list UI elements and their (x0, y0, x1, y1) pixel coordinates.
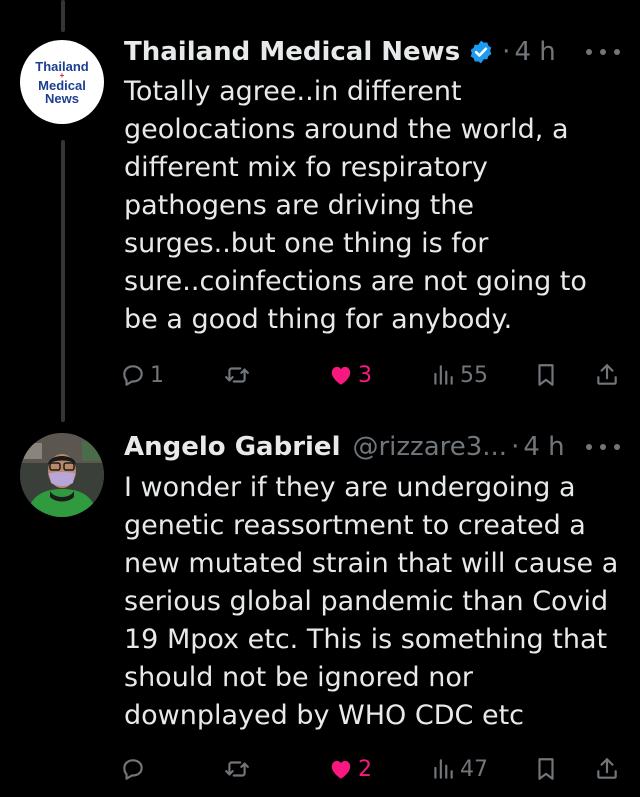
like-button[interactable]: 2 (328, 754, 372, 784)
tweet-text-line: sure..coinfections are not going to (124, 266, 587, 297)
tweet-text-line: different mix fo respiratory (124, 152, 488, 183)
timestamp[interactable]: 4 h (514, 37, 555, 67)
tweet-actions: 1 3 55 (120, 360, 630, 390)
timestamp[interactable]: 4 h (523, 432, 564, 462)
views-chart-icon (434, 365, 453, 385)
tweet-text: Totally agree..in different geolocations… (124, 73, 624, 339)
repost-button[interactable] (224, 360, 254, 390)
view-count: 55 (460, 362, 488, 388)
tweet-text-line: I wonder if they are undergoing a (124, 472, 576, 503)
like-button[interactable]: 3 (328, 360, 372, 390)
bookmark-icon (538, 758, 554, 780)
tweet-text-line: surges..but one thing is for (124, 228, 489, 259)
tweet-text-line: be a good thing for anybody. (124, 304, 513, 335)
verified-badge-icon (470, 40, 492, 64)
reply-icon (123, 759, 143, 780)
more-options-icon[interactable] (586, 47, 620, 57)
tweet-text-line: genetic reassortment to created a (124, 510, 586, 541)
avatar-thailand-medical-news[interactable]: Thailand + Medical News (20, 40, 104, 124)
tweet-header: Angelo Gabriel @rizzare3... · 4 h (124, 432, 565, 462)
reply-button[interactable] (120, 754, 150, 784)
separator-dot: · (511, 432, 520, 462)
reply-button[interactable]: 1 (120, 360, 164, 390)
avatar-logo-text: Medical (38, 77, 86, 93)
author-handle[interactable]: @rizzare3... (352, 432, 507, 462)
heart-filled-icon (331, 760, 351, 779)
like-count: 2 (358, 756, 372, 782)
author-name[interactable]: Angelo Gabriel (124, 432, 340, 462)
avatar-logo-text: News (45, 90, 79, 106)
views-chart-icon (434, 759, 453, 779)
user-photo (20, 433, 104, 517)
bookmark-icon (538, 364, 554, 386)
tweet-text-line: downplayed by WHO CDC etc (124, 700, 525, 731)
heart-filled-icon (331, 366, 351, 385)
author-name[interactable]: Thailand Medical News (124, 37, 460, 67)
tweet-text-line: pathogens are driving the (124, 190, 475, 221)
like-count: 3 (358, 362, 372, 388)
tweet-text-line: 19 Mpox etc. This is something that (124, 624, 608, 655)
views-button[interactable]: 47 (430, 754, 488, 784)
tweet-text-line: serious global pandemic than Covid (124, 586, 609, 617)
repost-button[interactable] (224, 754, 254, 784)
more-options-icon[interactable] (586, 442, 620, 452)
thread-connector-top (61, 0, 65, 32)
tweet-text-line: Totally agree..in different (124, 76, 462, 107)
tweet-text-line: should not be ignored nor (124, 662, 474, 693)
thread-connector (61, 140, 65, 422)
tweet-actions: 2 47 (120, 754, 630, 784)
avatar-angelo-gabriel[interactable] (20, 433, 104, 517)
share-icon (597, 364, 617, 385)
share-button[interactable] (594, 360, 620, 390)
tweet-text-line: new mutated strain that will cause a (124, 548, 619, 579)
separator-dot: · (502, 37, 511, 67)
share-button[interactable] (594, 754, 620, 784)
reply-icon (123, 365, 143, 386)
repost-icon (225, 761, 249, 777)
tweet-text: I wonder if they are undergoing a geneti… (124, 469, 624, 735)
tweet-text-line: geolocations around the world, a (124, 114, 569, 145)
repost-icon (225, 367, 249, 383)
views-button[interactable]: 55 (430, 360, 488, 390)
share-icon (597, 758, 617, 779)
bookmark-button[interactable] (533, 360, 559, 390)
bookmark-button[interactable] (533, 754, 559, 784)
view-count: 47 (460, 756, 488, 782)
reply-count: 1 (150, 362, 164, 388)
tweet-header: Thailand Medical News · 4 h (124, 37, 556, 67)
